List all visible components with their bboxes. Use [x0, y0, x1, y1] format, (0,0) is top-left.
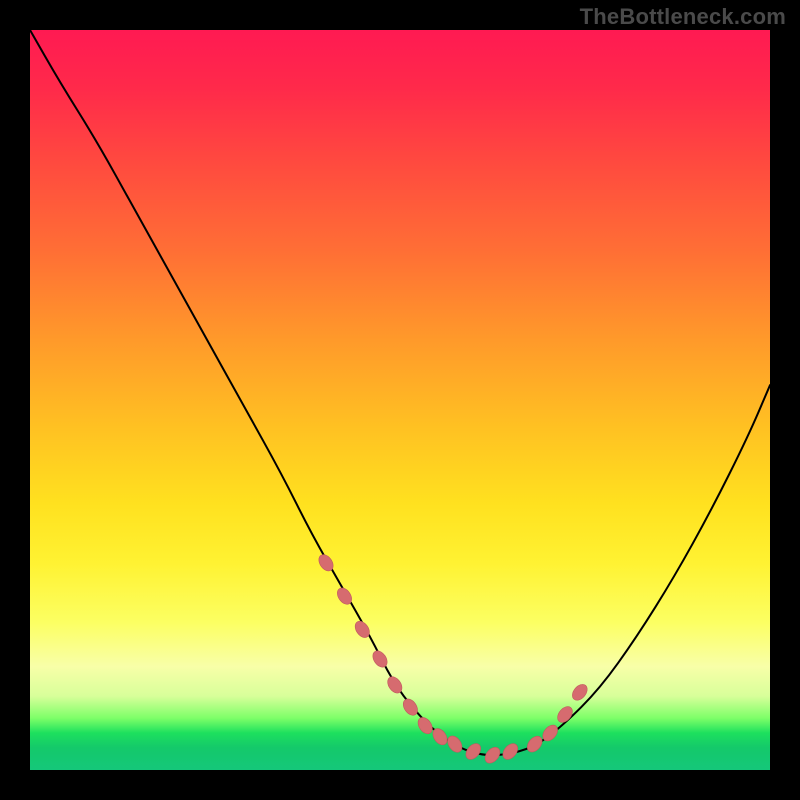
highlight-marker: [445, 733, 465, 755]
highlight-marker: [415, 715, 435, 737]
watermark-text: TheBottleneck.com: [580, 4, 786, 30]
plot-area: [30, 30, 770, 770]
highlight-marker: [524, 733, 545, 755]
highlight-marker: [555, 704, 576, 726]
highlight-marker: [370, 648, 390, 670]
chart-frame: TheBottleneck.com: [0, 0, 800, 800]
marker-group: [316, 552, 590, 766]
curve-line: [30, 30, 770, 755]
highlight-marker: [400, 696, 420, 718]
highlight-marker: [463, 741, 484, 763]
chart-svg: [30, 30, 770, 770]
